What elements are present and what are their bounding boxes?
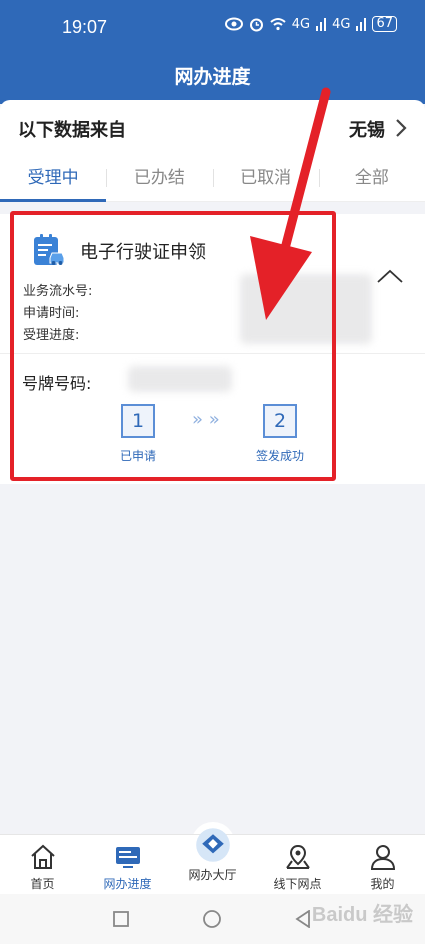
- tab-completed[interactable]: 已办结: [106, 156, 212, 201]
- network-indicator-2: 4G: [332, 16, 351, 32]
- nav-item-hall[interactable]: 网办大厅: [170, 828, 255, 894]
- status-time: 19:07: [62, 17, 108, 37]
- nav-label-offline: 线下网点: [273, 877, 322, 891]
- home-icon: [30, 844, 55, 869]
- region-value[interactable]: 无锡: [349, 116, 385, 142]
- annotation-frame: [10, 211, 336, 481]
- home-circle-icon[interactable]: [203, 910, 221, 928]
- chevron-right-icon[interactable]: [395, 118, 407, 138]
- signal-icon: [356, 17, 367, 31]
- bottom-nav: 首页 网办进度 网办大厅 线下网点 我的: [0, 828, 425, 894]
- tab-processing[interactable]: 受理中: [0, 156, 107, 202]
- nav-item-progress[interactable]: 网办进度: [85, 835, 170, 894]
- watermark: Baidu 经验: [311, 904, 413, 926]
- region-label: 以下数据来自: [18, 120, 126, 141]
- nav-item-offline[interactable]: 线下网点: [255, 835, 340, 894]
- monitor-icon: [115, 847, 140, 868]
- nav-label-home: 首页: [30, 877, 55, 891]
- tab-cancelled[interactable]: 已取消: [212, 156, 319, 201]
- status-icons: 4G 4G 67: [224, 16, 397, 32]
- chevron-up-icon[interactable]: [375, 266, 405, 286]
- eye-icon: [224, 17, 243, 31]
- status-tabs: 受理中 已办结 已取消 全部: [0, 156, 425, 202]
- tab-all[interactable]: 全部: [318, 156, 425, 201]
- map-pin-icon: [285, 844, 310, 869]
- battery-indicator: 67: [372, 16, 397, 32]
- network-indicator-1: 4G: [291, 16, 311, 32]
- top-header: 19:07 4G 4G 67 网办进度: [0, 0, 425, 104]
- nav-item-mine[interactable]: 我的: [340, 835, 425, 894]
- signal-icon: [316, 17, 327, 31]
- wifi-icon: [270, 18, 286, 31]
- hall-icon: [195, 828, 230, 862]
- nav-item-home[interactable]: 首页: [0, 835, 85, 894]
- page-title: 网办进度: [174, 66, 251, 88]
- region-selector[interactable]: 以下数据来自 无锡: [0, 100, 425, 156]
- recent-apps-icon[interactable]: [113, 911, 129, 927]
- back-triangle-icon[interactable]: [295, 910, 311, 928]
- nav-label-progress: 网办进度: [103, 877, 152, 891]
- alarm-icon: [249, 18, 263, 31]
- user-icon: [370, 845, 395, 870]
- nav-label-hall: 网办大厅: [188, 868, 237, 882]
- nav-label-mine: 我的: [370, 877, 395, 891]
